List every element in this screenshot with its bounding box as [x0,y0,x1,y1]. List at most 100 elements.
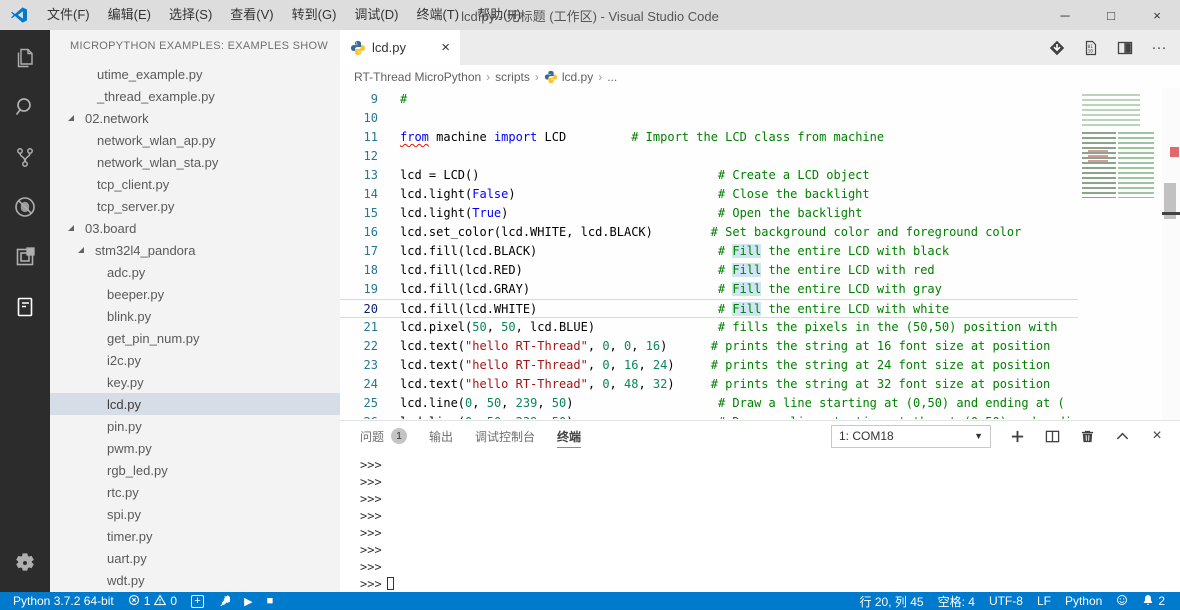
feedback-button[interactable] [1109,592,1135,610]
line-number[interactable]: 16 [340,223,378,242]
panel-tab-1[interactable]: 输出 [429,421,453,451]
menu-item-2[interactable]: 选择(S) [160,0,221,30]
code-text[interactable]: lcd.set_color(lcd.WHITE, lcd.BLACK) # Se… [400,223,1116,242]
tree-item-lcd-py[interactable]: lcd.py [50,393,340,415]
source-control-icon[interactable] [0,134,50,180]
tree-item-wdt-py[interactable]: wdt.py [50,569,340,591]
line-number[interactable]: 10 [340,109,378,128]
code-text[interactable]: lcd.line(0, 50, 239, 50) # Draws a line … [400,413,1116,419]
breadcrumb-item-0[interactable]: RT-Thread MicroPython [354,70,481,84]
code-text[interactable]: lcd.text("hello RT-Thread", 0, 16, 24) #… [400,356,1116,375]
minimap[interactable] [1078,88,1162,420]
problems-status[interactable]: 1 0 [121,592,184,610]
tree-item--thread-example-py[interactable]: _thread_example.py [50,85,340,107]
more-actions-icon[interactable]: ··· [1150,39,1168,57]
micropython-examples-icon[interactable] [0,284,50,330]
code-text[interactable]: lcd.fill(lcd.BLACK) # Fill the entire LC… [400,242,1116,261]
menu-item-7[interactable]: 帮助(H) [468,0,530,30]
tree-item-uart-py[interactable]: uart.py [50,547,340,569]
line-number[interactable]: 23 [340,356,378,375]
line-number[interactable]: 13 [340,166,378,185]
tree-item-get-pin-num-py[interactable]: get_pin_num.py [50,327,340,349]
menu-item-3[interactable]: 查看(V) [221,0,282,30]
code-text[interactable]: from machine import LCD # Import the LCD… [400,128,1116,147]
panel-tab-3[interactable]: 终端 [557,421,581,451]
tree-item-timer-py[interactable]: timer.py [50,525,340,547]
binary-file-icon[interactable]: 0110 [1082,39,1100,57]
split-terminal-icon[interactable] [1043,427,1061,445]
line-number[interactable]: 21 [340,318,378,337]
menu-item-6[interactable]: 终端(T) [407,0,468,30]
code-text[interactable] [400,109,1116,128]
indentation-status[interactable]: 空格: 4 [931,592,982,610]
code-text[interactable]: lcd.pixel(50, 50, lcd.BLUE) # fills the … [400,318,1116,337]
close-panel-icon[interactable]: × [1148,427,1166,445]
explorer-icon[interactable] [0,34,50,80]
tree-item-network-wlan-ap-py[interactable]: network_wlan_ap.py [50,129,340,151]
tree-folder-stm32l4-pandora[interactable]: stm32l4_pandora [50,239,340,261]
tab-close-icon[interactable]: × [441,40,450,55]
tree-item-beeper-py[interactable]: beeper.py [50,283,340,305]
close-button[interactable]: × [1134,0,1180,30]
menu-item-5[interactable]: 调试(D) [345,0,407,30]
code-text[interactable]: lcd.fill(lcd.RED) # Fill the entire LCD … [400,261,1116,280]
breadcrumb-item-1[interactable]: scripts [495,70,530,84]
menu-item-4[interactable]: 转到(G) [283,0,346,30]
line-number[interactable]: 26 [340,413,378,419]
maximize-button[interactable]: □ [1088,0,1134,30]
notifications-bell[interactable]: 2 [1135,592,1172,610]
split-editor-icon[interactable] [1116,39,1134,57]
line-number[interactable]: 12 [340,147,378,166]
tree-item-pin-py[interactable]: pin.py [50,415,340,437]
stop-button[interactable]: ■ [260,592,281,610]
kill-terminal-icon[interactable] [1078,427,1096,445]
panel-tab-2[interactable]: 调试控制台 [475,421,535,451]
tree-item-rtc-py[interactable]: rtc.py [50,481,340,503]
tree-item-i2c-py[interactable]: i2c.py [50,349,340,371]
connect-device-button[interactable] [211,592,237,610]
line-number[interactable]: 20 [340,300,378,317]
code-text[interactable]: lcd.light(False) # Close the backlight [400,185,1116,204]
code-editor[interactable]: 9#1011from machine import LCD # Import t… [340,88,1180,420]
tree-folder-02-network[interactable]: 02.network [50,107,340,129]
breadcrumb-item-3[interactable]: ... [607,70,617,84]
download-to-board-button[interactable]: + [184,592,211,610]
line-number[interactable]: 15 [340,204,378,223]
tree-item-tcp-client-py[interactable]: tcp_client.py [50,173,340,195]
menu-item-0[interactable]: 文件(F) [38,0,99,30]
encoding-status[interactable]: UTF-8 [982,592,1030,610]
new-terminal-icon[interactable] [1008,427,1026,445]
line-number[interactable]: 14 [340,185,378,204]
code-text[interactable]: lcd.text("hello RT-Thread", 0, 0, 16) # … [400,337,1116,356]
code-text[interactable]: # [400,90,1116,109]
line-number[interactable]: 25 [340,394,378,413]
tree-item-utime-example-py[interactable]: utime_example.py [50,63,340,85]
line-number[interactable]: 9 [340,90,378,109]
line-number[interactable]: 24 [340,375,378,394]
eol-status[interactable]: LF [1030,592,1058,610]
extensions-icon[interactable] [0,234,50,280]
tree-item-tcp-server-py[interactable]: tcp_server.py [50,195,340,217]
maximize-panel-icon[interactable] [1113,427,1131,445]
panel-tab-0[interactable]: 问题1 [360,421,407,451]
terminal-device-select[interactable]: 1: COM18 ▼ [831,425,991,448]
code-text[interactable]: lcd.text("hello RT-Thread", 0, 48, 32) #… [400,375,1116,394]
code-text[interactable] [400,147,1116,166]
line-number[interactable]: 22 [340,337,378,356]
code-text[interactable]: lcd.fill(lcd.GRAY) # Fill the entire LCD… [400,280,1116,299]
run-button[interactable]: ▶ [237,592,259,610]
tree-item-spi-py[interactable]: spi.py [50,503,340,525]
tree-item-adc-py[interactable]: adc.py [50,261,340,283]
line-number[interactable]: 19 [340,280,378,299]
tab-lcd-py[interactable]: lcd.py × [340,30,460,65]
tree-item-key-py[interactable]: key.py [50,371,340,393]
tree-item-pwm-py[interactable]: pwm.py [50,437,340,459]
terminal-output[interactable]: >>>>>>>>>>>>>>>>>>>>>>>> [340,451,1180,593]
code-text[interactable]: lcd.light(True) # Open the backlight [400,204,1116,223]
settings-icon[interactable] [0,540,50,586]
search-icon[interactable] [0,84,50,130]
minimize-button[interactable]: ─ [1042,0,1088,30]
tree-item-blink-py[interactable]: blink.py [50,305,340,327]
tree-folder-03-board[interactable]: 03.board [50,217,340,239]
line-number[interactable]: 17 [340,242,378,261]
